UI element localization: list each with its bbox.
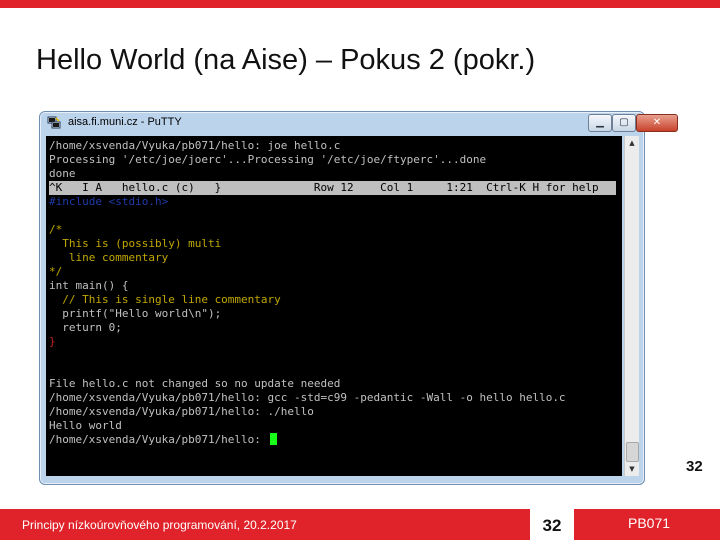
code-line: int main() { (49, 279, 129, 292)
scroll-down-arrow-icon[interactable]: ▼ (625, 462, 639, 476)
close-button[interactable]: ✕ (636, 114, 678, 132)
scroll-thumb[interactable] (626, 442, 639, 462)
footer-text: Principy nízkoúrovňového programování, 2… (22, 518, 297, 532)
prompt-line[interactable]: /home/xsvenda/Vyuka/pb071/hello: (49, 433, 277, 447)
code-line: line commentary (49, 251, 169, 264)
course-code: PB071 (628, 515, 671, 531)
footer-course-bar: PB071 (574, 509, 720, 540)
slide-number: 32 (686, 458, 703, 475)
putty-window: aisa.fi.muni.cz - PuTTY ▁ ▢ ✕ /home/xsve… (39, 111, 678, 485)
code-line: return 0; (49, 321, 122, 334)
terminal-line: File hello.c not changed so no update ne… (49, 377, 341, 390)
footer-page-box: 32 (530, 509, 574, 540)
code-line: */ (49, 265, 63, 278)
putty-icon[interactable] (47, 116, 61, 129)
footer-page-number: 32 (542, 516, 562, 535)
code-line: /* (49, 223, 63, 236)
slide-title: Hello World (na Aise) – Pokus 2 (pokr.) (36, 44, 536, 76)
code-line: } (49, 335, 56, 348)
terminal-area[interactable]: /home/xsvenda/Vyuka/pb071/hello: joe hel… (46, 136, 622, 476)
terminal-line: done (49, 167, 76, 180)
prompt-text: /home/xsvenda/Vyuka/pb071/hello: (49, 433, 268, 446)
maximize-button[interactable]: ▢ (612, 114, 636, 132)
terminal-line: /home/xsvenda/Vyuka/pb071/hello: gcc -st… (49, 391, 566, 404)
scroll-up-arrow-icon[interactable]: ▲ (625, 136, 639, 150)
top-accent-bar (0, 0, 720, 8)
code-line: This is (possibly) multi (49, 237, 222, 250)
minimize-button[interactable]: ▁ (588, 114, 612, 132)
terminal-line: Processing '/etc/joe/joerc'...Processing… (49, 153, 487, 166)
window-titlebar[interactable]: aisa.fi.muni.cz - PuTTY ▁ ▢ ✕ (40, 112, 678, 134)
vertical-scrollbar[interactable]: ▲ ▼ (624, 136, 639, 476)
editor-status-bar: ^K I A hello.c (c) } Row 12 Col 1 1:21 C… (49, 181, 616, 195)
code-line: #include <stdio.h> (49, 195, 169, 208)
terminal-cursor (269, 433, 277, 445)
footer-bar: Principy nízkoúrovňového programování, 2… (0, 509, 530, 540)
code-line: // This is single line commentary (49, 293, 281, 306)
terminal-line: Hello world (49, 419, 122, 432)
window-title: aisa.fi.muni.cz - PuTTY (68, 116, 182, 128)
terminal-line: /home/xsvenda/Vyuka/pb071/hello: ./hello (49, 405, 314, 418)
terminal-line: /home/xsvenda/Vyuka/pb071/hello: joe hel… (49, 139, 341, 152)
code-line: printf("Hello world\n"); (49, 307, 222, 320)
